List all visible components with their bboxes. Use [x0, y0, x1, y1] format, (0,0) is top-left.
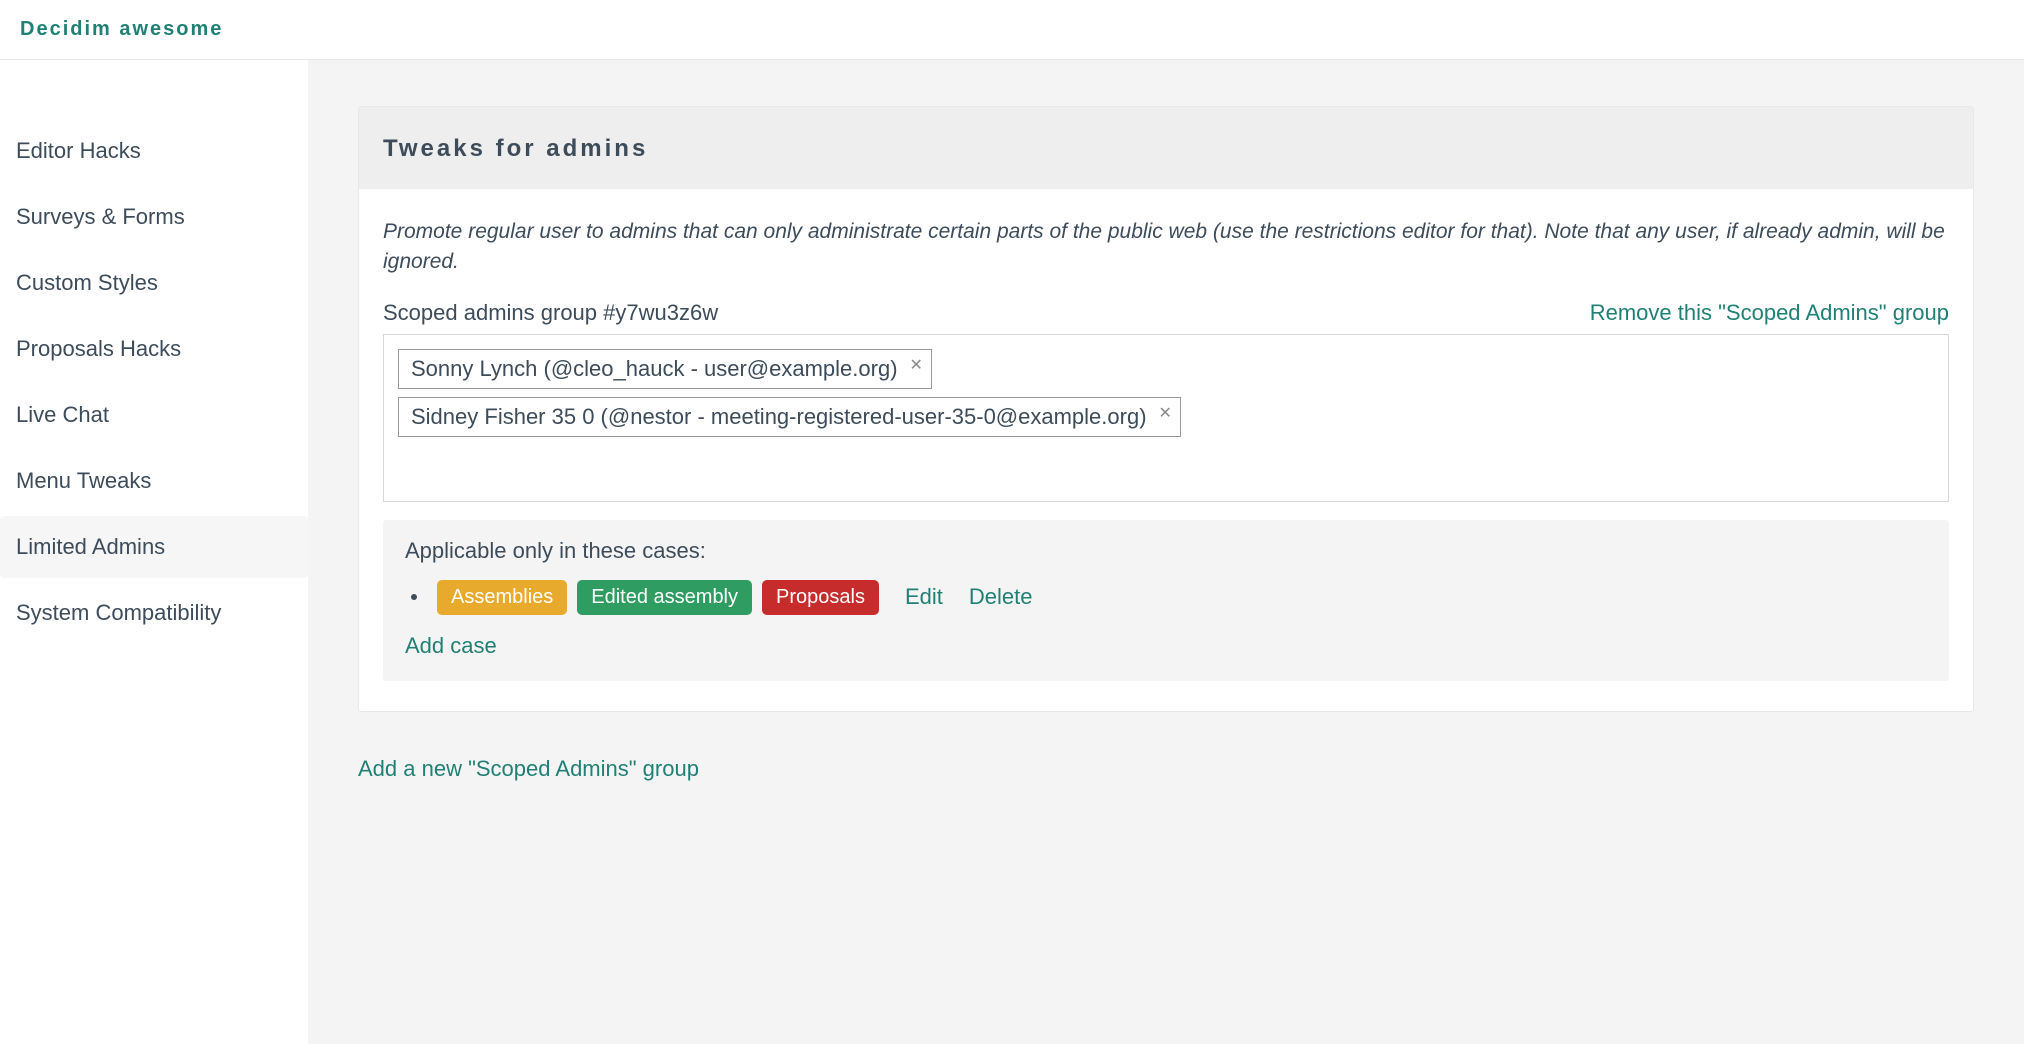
- sidebar-item-editor-hacks[interactable]: Editor Hacks: [0, 120, 308, 182]
- panel-body: Promote regular user to admins that can …: [359, 189, 1973, 711]
- add-group-link[interactable]: Add a new "Scoped Admins" group: [358, 756, 1974, 782]
- user-tag-label: Sidney Fisher 35 0 (@nestor - meeting-re…: [411, 404, 1147, 430]
- topbar: Decidim awesome: [0, 0, 2024, 60]
- add-case-link[interactable]: Add case: [405, 633, 497, 658]
- delete-link[interactable]: Delete: [969, 584, 1033, 610]
- sidebar-item-proposals-hacks[interactable]: Proposals Hacks: [0, 318, 308, 380]
- content: Tweaks for admins Promote regular user t…: [308, 60, 2024, 1044]
- brand[interactable]: Decidim awesome: [20, 18, 223, 40]
- sidebar-item-surveys[interactable]: Surveys & Forms: [0, 186, 308, 248]
- sidebar-item-menu-tweaks[interactable]: Menu Tweaks: [0, 450, 308, 512]
- helper-text: Promote regular user to admins that can …: [383, 217, 1949, 278]
- chip-assemblies[interactable]: Assemblies: [437, 580, 567, 615]
- panel-header: Tweaks for admins: [359, 107, 1973, 189]
- sidebar-item-custom-styles[interactable]: Custom Styles: [0, 252, 308, 314]
- close-icon[interactable]: ✕: [1159, 406, 1172, 422]
- applicable-title: Applicable only in these cases:: [405, 538, 1927, 564]
- bullet-icon: [411, 594, 417, 600]
- case-row: Assemblies Edited assembly Proposals Edi…: [405, 580, 1927, 615]
- close-icon[interactable]: ✕: [910, 358, 923, 374]
- group-header-row: Scoped admins group #y7wu3z6w Remove thi…: [383, 300, 1949, 326]
- chip-edited-assembly[interactable]: Edited assembly: [577, 580, 752, 615]
- sidebar-item-live-chat[interactable]: Live Chat: [0, 384, 308, 446]
- user-tag: Sonny Lynch (@cleo_hauck - user@example.…: [398, 349, 932, 389]
- edit-link[interactable]: Edit: [905, 584, 943, 610]
- remove-group-link[interactable]: Remove this "Scoped Admins" group: [1590, 300, 1949, 326]
- layout: Editor Hacks Surveys & Forms Custom Styl…: [0, 60, 2024, 1044]
- sidebar-item-limited-admins[interactable]: Limited Admins: [0, 516, 308, 578]
- user-tag: Sidney Fisher 35 0 (@nestor - meeting-re…: [398, 397, 1181, 437]
- panel-title: Tweaks for admins: [383, 135, 1949, 163]
- sidebar: Editor Hacks Surveys & Forms Custom Styl…: [0, 60, 308, 1044]
- sidebar-item-system-compat[interactable]: System Compatibility: [0, 582, 308, 644]
- user-tag-label: Sonny Lynch (@cleo_hauck - user@example.…: [411, 356, 898, 382]
- applicable-box: Applicable only in these cases: Assembli…: [383, 520, 1949, 681]
- users-tagbox[interactable]: Sonny Lynch (@cleo_hauck - user@example.…: [383, 334, 1949, 502]
- group-label: Scoped admins group #y7wu3z6w: [383, 300, 718, 326]
- panel: Tweaks for admins Promote regular user t…: [358, 106, 1974, 712]
- chip-proposals[interactable]: Proposals: [762, 580, 879, 615]
